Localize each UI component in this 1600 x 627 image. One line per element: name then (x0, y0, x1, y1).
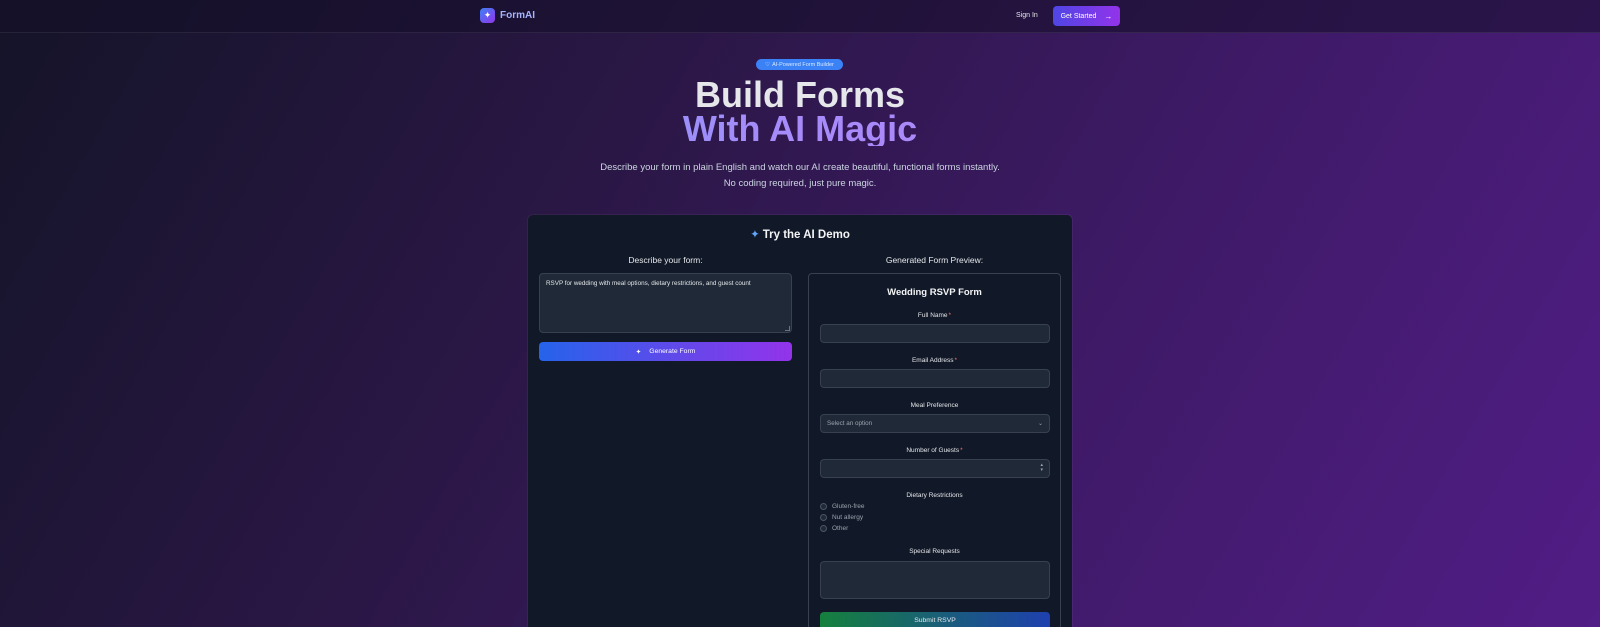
hero-title-line2: With AI Magic (0, 111, 1600, 147)
stepper-arrows-icon[interactable]: ▴ ▾ (1040, 463, 1043, 473)
demo-title: ✦ Try the AI Demo (528, 227, 1072, 241)
required-mark: * (948, 312, 952, 319)
arrow-right-icon: → (1104, 11, 1113, 21)
full-name-label: Full Name* (917, 312, 952, 319)
checkbox-circle-icon (820, 514, 827, 521)
dietary-option[interactable]: Other (820, 525, 848, 532)
form-preview: Wedding RSVP Form Full Name* Email Addre… (808, 273, 1061, 627)
guests-label: Number of Guests* (906, 447, 963, 454)
get-started-button[interactable]: Get Started → (1053, 6, 1120, 26)
brand-name: FormAI (500, 10, 535, 21)
required-mark: * (954, 357, 958, 364)
guests-number-input[interactable]: ▴ ▾ (820, 459, 1050, 478)
meal-placeholder: Select an option (827, 420, 873, 427)
chevron-down-icon: ⌄ (1037, 421, 1043, 427)
special-requests-label: Special Requests (909, 548, 960, 555)
sparkles-logo-icon: ✦ (480, 8, 495, 23)
demo-card: ✦ Try the AI Demo Describe your form: Gen… (528, 215, 1072, 627)
email-label: Email Address* (911, 357, 958, 364)
dietary-option[interactable]: Nut allergy (820, 514, 863, 521)
dietary-option[interactable]: Gluten-free (820, 503, 865, 510)
generate-form-button[interactable]: ✦ Generate Form (539, 342, 792, 361)
special-requests-textarea[interactable] (820, 561, 1050, 599)
meal-label: Meal Preference (910, 402, 959, 409)
sparkles-icon: ✦ (635, 348, 642, 356)
top-navbar: ✦ FormAI Sign In Get Started → (0, 0, 1600, 33)
preview-label: Generated Form Preview: (885, 255, 984, 265)
email-input[interactable] (820, 369, 1050, 388)
sign-in-link[interactable]: Sign In (1016, 12, 1038, 19)
prompt-text: RSVP for wedding with meal options, diet… (546, 280, 751, 287)
sparkles-icon: ✦ (750, 229, 760, 241)
resize-handle-icon[interactable] (785, 326, 790, 331)
prompt-textarea[interactable]: RSVP for wedding with meal options, diet… (539, 273, 792, 333)
hero-title-line1: Build Forms (694, 74, 905, 115)
checkbox-circle-icon (820, 525, 827, 532)
describe-label: Describe your form: (628, 255, 703, 265)
brand[interactable]: ✦ FormAI (480, 8, 535, 23)
required-mark: * (960, 447, 963, 454)
submit-rsvp-button[interactable]: Submit RSVP (820, 612, 1050, 627)
submit-rsvp-label: Submit RSVP (914, 617, 956, 624)
form-title: Wedding RSVP Form (887, 287, 982, 298)
demo-title-text: Try the AI Demo (762, 229, 850, 241)
hero-subtitle: Describe your form in plain English and … (600, 162, 1000, 189)
badge-label: AI-Powered Form Builder (772, 61, 834, 68)
heart-icon: ♡ (765, 61, 771, 68)
full-name-input[interactable] (820, 324, 1050, 343)
checkbox-circle-icon (820, 503, 827, 510)
ai-badge: ♡ AI-Powered Form Builder (756, 59, 843, 70)
get-started-label: Get Started (1060, 12, 1097, 20)
dietary-label: Dietary Restrictions (906, 492, 963, 499)
generate-form-label: Generate Form (649, 348, 696, 355)
hero-title: Build Forms With AI Magic (0, 74, 1600, 147)
meal-select[interactable]: Select an option ⌄ (820, 414, 1050, 433)
